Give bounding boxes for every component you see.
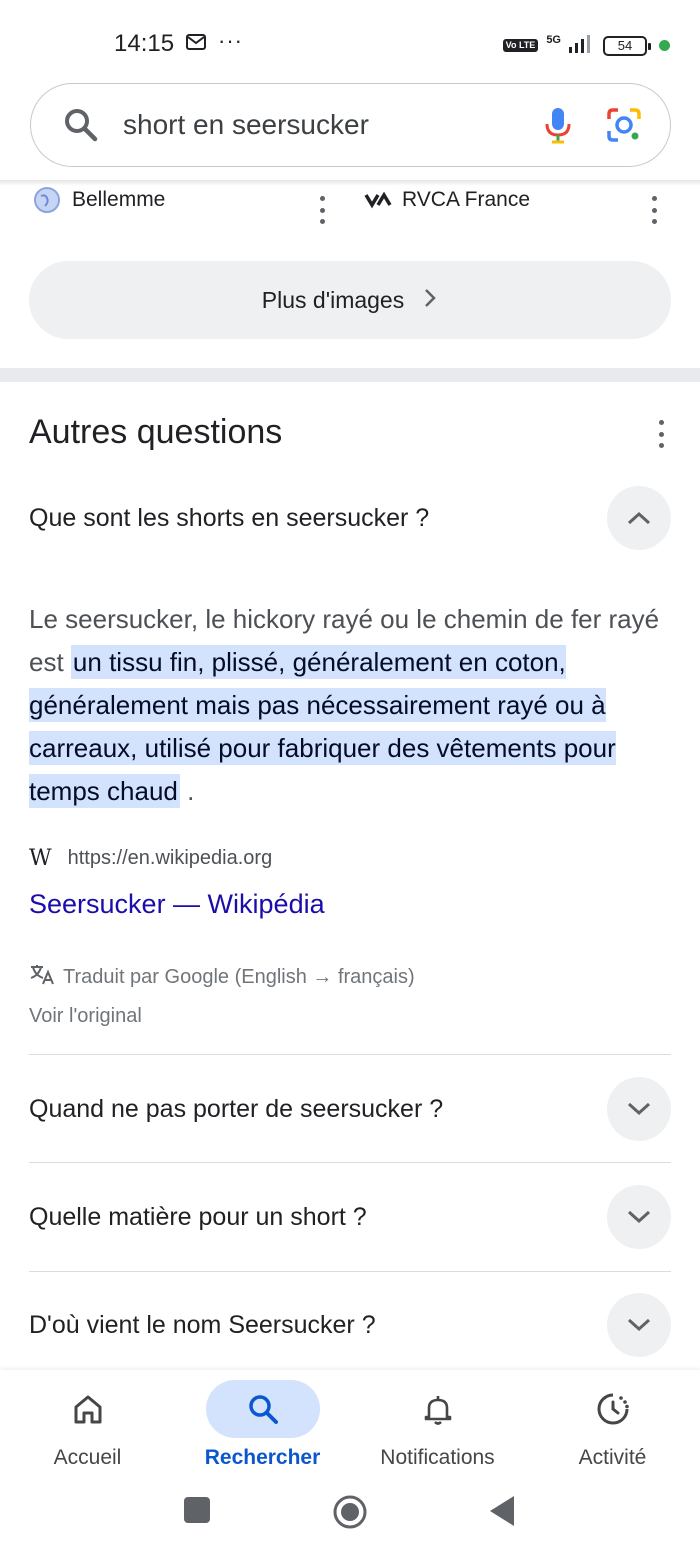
search-icon[interactable] — [61, 105, 101, 145]
search-icon — [205, 1380, 320, 1438]
question-row[interactable]: D'où vient le nom Seersucker ? — [29, 1293, 671, 1357]
google-lens-icon[interactable] — [604, 105, 644, 145]
signal-icon — [569, 33, 595, 58]
answer-source[interactable]: W https://en.wikipedia.org — [29, 846, 272, 871]
microphone-icon[interactable] — [538, 105, 578, 145]
nav-item-notifications[interactable]: Notifications — [350, 1370, 525, 1470]
more-options-icon[interactable] — [650, 196, 658, 224]
home-button-icon[interactable] — [332, 1494, 368, 1535]
nav-label: Rechercher — [204, 1446, 321, 1469]
image-sources-row: Bellemme RVCA France — [0, 186, 700, 226]
volte-icon: Vo LTE — [502, 39, 539, 52]
more-notifications-icon: ··· — [218, 28, 243, 53]
question-row[interactable]: Quelle matière pour un short ? — [29, 1185, 671, 1249]
search-bar[interactable]: short en seersucker — [30, 83, 671, 167]
question-row-expanded[interactable]: Que sont les shorts en seersucker ? — [29, 486, 671, 550]
chevron-down-icon[interactable] — [607, 1185, 671, 1249]
bell-icon — [381, 1380, 495, 1438]
answer-highlight: un tissu fin, plissé, généralement en co… — [29, 645, 616, 808]
image-source-rvca[interactable]: RVCA France — [363, 186, 530, 214]
status-time: 14:15 — [114, 30, 175, 57]
image-source-bellemme[interactable]: Bellemme — [33, 186, 165, 214]
nav-label: Activité — [578, 1446, 647, 1469]
translation-note: Traduit par Google (English → français) — [29, 963, 415, 991]
question-divider — [29, 1054, 671, 1055]
home-icon — [31, 1380, 145, 1438]
question-text: Quand ne pas porter de seersucker ? — [29, 1094, 444, 1123]
nav-item-activity[interactable]: Activité — [525, 1370, 700, 1470]
section-divider — [0, 368, 700, 382]
rvca-logo-icon — [363, 186, 392, 214]
search-input[interactable]: short en seersucker — [123, 109, 538, 141]
nav-item-search[interactable]: Rechercher — [175, 1370, 350, 1470]
wikipedia-logo-icon: W — [29, 846, 52, 871]
translate-icon — [29, 963, 55, 991]
nav-label: Notifications — [380, 1446, 495, 1469]
chevron-down-icon[interactable] — [607, 1077, 671, 1141]
battery-icon: 54 — [603, 35, 651, 56]
privacy-indicator-dot — [659, 40, 670, 51]
more-images-button[interactable]: Plus d'images — [29, 261, 671, 339]
mail-icon — [186, 34, 206, 55]
see-original-link[interactable]: Voir l'original — [29, 1005, 142, 1028]
nav-item-home[interactable]: Accueil — [0, 1370, 175, 1470]
translation-text: Traduit par Google (English → français) — [63, 965, 415, 988]
question-row[interactable]: Quand ne pas porter de seersucker ? — [29, 1077, 671, 1141]
system-navigation-bar — [0, 1480, 700, 1556]
status-bar: 14:15 ··· Vo LTE 5G 54 — [0, 0, 700, 90]
image-source-name: RVCA France — [402, 188, 530, 211]
bottom-navigation: Accueil Rechercher Notifications Activit… — [0, 1370, 700, 1480]
globe-icon — [33, 186, 61, 214]
question-text: Que sont les shorts en seersucker ? — [29, 503, 430, 532]
more-images-label: Plus d'images — [261, 286, 405, 313]
image-source-name: Bellemme — [72, 188, 166, 211]
back-icon[interactable] — [488, 1494, 516, 1533]
chevron-right-icon — [422, 285, 438, 316]
question-text: D'où vient le nom Seersucker ? — [29, 1310, 376, 1339]
recent-apps-icon[interactable] — [183, 1496, 211, 1529]
answer-end: . — [179, 776, 195, 806]
question-divider — [29, 1271, 671, 1272]
source-title-link[interactable]: Seersucker — Wikipédia — [29, 889, 325, 920]
activity-icon — [556, 1380, 670, 1438]
nav-label: Accueil — [53, 1446, 122, 1469]
answer-text: Le seersucker, le hickory rayé ou le che… — [29, 598, 671, 813]
more-options-icon[interactable] — [318, 196, 326, 224]
question-divider — [29, 1162, 671, 1163]
chevron-down-icon[interactable] — [607, 1293, 671, 1357]
source-url: https://en.wikipedia.org — [67, 847, 273, 869]
question-text: Quelle matière pour un short ? — [29, 1202, 367, 1231]
chevron-up-icon[interactable] — [607, 486, 671, 550]
more-options-icon[interactable] — [657, 420, 665, 448]
network-type: 5G — [546, 33, 561, 46]
section-title: Autres questions — [29, 413, 283, 451]
